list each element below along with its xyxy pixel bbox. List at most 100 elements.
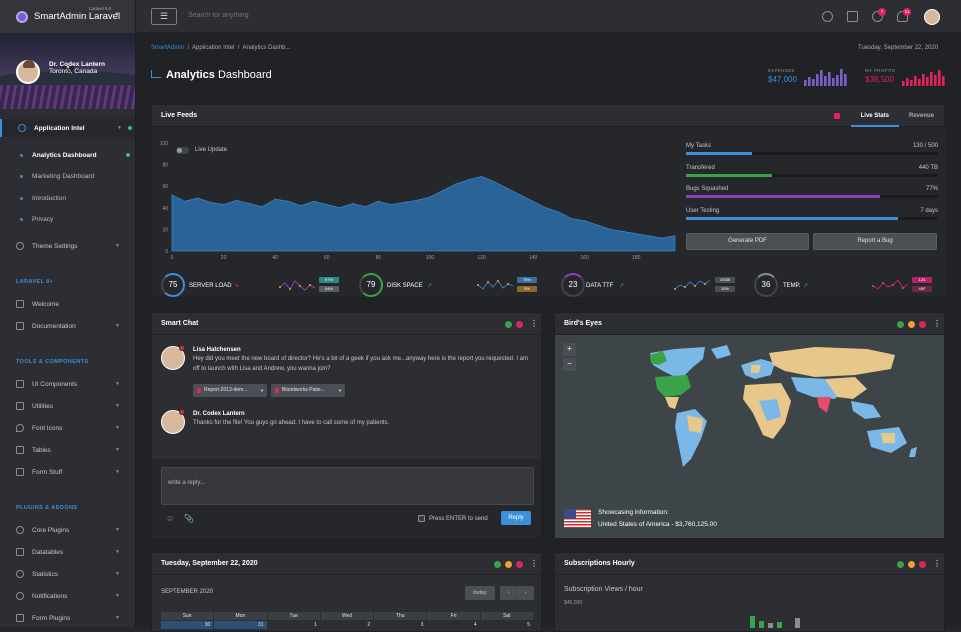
sidebar-item-font-icons[interactable]: Font Icons ▼ <box>0 419 135 437</box>
usa-flag-icon <box>564 509 591 528</box>
calendar-day[interactable]: 2 <box>321 621 375 629</box>
menu-toggle-button[interactable]: ☰ <box>151 8 177 25</box>
app-logo[interactable]: SmartAdmin Laravel Laravel 8.0 ▼ <box>0 0 135 33</box>
close-button[interactable] <box>516 321 523 328</box>
user-avatar[interactable] <box>924 9 940 25</box>
calendar-day[interactable]: 5 <box>481 621 534 629</box>
smart-chat-panel: Smart Chat ⋮ Lisa Hatchensen Hey did you… <box>151 312 542 539</box>
chevron-down-icon[interactable]: ▼ <box>114 12 120 18</box>
sidebar-item-application-intel[interactable]: Application Intel ▼ <box>0 119 135 137</box>
chart-point <box>313 200 315 202</box>
chevron-down-icon: ▼ <box>115 469 120 475</box>
more-options-icon[interactable]: ⋮ <box>530 559 538 568</box>
cube-icon[interactable] <box>847 11 858 22</box>
collapse-button[interactable] <box>494 561 501 568</box>
breadcrumb-separator: / <box>187 45 190 51</box>
progress-bar-user-testing <box>686 217 938 220</box>
file-attachment[interactable]: Bloodworks Patie... ▼ <box>271 384 345 397</box>
report-bug-button[interactable]: Report a Bug <box>813 233 937 250</box>
emoji-icon[interactable]: ☺ <box>166 514 174 523</box>
fullscreen-button[interactable] <box>908 321 915 328</box>
kpi-ring-temp: 36 <box>754 273 778 297</box>
sidebar-item-documentation[interactable]: Documentation ▼ <box>0 317 135 335</box>
chart-point <box>480 175 483 178</box>
sidebar-item-form-plugins[interactable]: Form Plugins ▼ <box>0 609 135 627</box>
sidebar-item-notifications[interactable]: Notifications ▼ <box>0 587 135 605</box>
sparkline-point <box>902 287 904 289</box>
search-input[interactable] <box>188 12 388 19</box>
breadcrumb-section[interactable]: Application Intel <box>192 45 234 51</box>
sidebar-item-label: Theme Settings <box>32 242 78 250</box>
chart-point <box>622 230 625 233</box>
next-month-button[interactable]: › <box>517 586 534 600</box>
close-button[interactable] <box>919 561 926 568</box>
reply-placeholder: write a reply... <box>168 480 205 486</box>
page-title-bold: Analytics <box>166 69 215 81</box>
paperclip-icon[interactable]: 📎 <box>184 514 194 523</box>
more-options-icon[interactable]: ⋮ <box>933 319 941 328</box>
weekday: Sat <box>481 612 534 620</box>
lock-icon[interactable] <box>834 113 840 119</box>
sidebar-item-ui-components[interactable]: UI Components ▼ <box>0 375 135 393</box>
calendar-day[interactable]: 4 <box>427 621 481 629</box>
sidebar-item-analytics-dashboard[interactable]: Analytics Dashboard <box>0 148 135 162</box>
progress-value: 440 TB <box>918 165 938 171</box>
calendar-day[interactable]: 30 <box>161 621 215 629</box>
collapse-button[interactable] <box>897 321 904 328</box>
weekday: Tue <box>268 612 321 620</box>
sparkline-point <box>694 285 696 287</box>
more-options-icon[interactable]: ⋮ <box>530 319 538 328</box>
sidebar-item-introduction[interactable]: Introduction <box>0 191 135 205</box>
bullet-icon <box>20 153 23 157</box>
breadcrumb-home[interactable]: SmartAdmin <box>151 45 184 51</box>
sidebar-item-privacy[interactable]: Privacy <box>0 212 135 226</box>
weekday: Fri <box>427 612 481 620</box>
collapse-button[interactable] <box>505 321 512 328</box>
sidebar-item-marketing-dashboard[interactable]: Marketing Dashboard <box>0 169 135 183</box>
sidebar-item-form-stuff[interactable]: Form Stuff ▼ <box>0 463 135 481</box>
x-axis-tick: 80 <box>376 255 382 261</box>
fullscreen-button[interactable] <box>505 561 512 568</box>
gear-icon <box>16 242 24 250</box>
calendar-day[interactable]: 31 <box>214 621 268 629</box>
map-region-usa <box>655 375 691 397</box>
file-attachment[interactable]: Report-2013-dem... ▼ <box>193 384 267 397</box>
calendar-day[interactable]: 1 <box>268 621 321 629</box>
sidebar-item-welcome[interactable]: Welcome <box>0 295 135 313</box>
page-title-rest: Dashboard <box>217 69 272 81</box>
enter-to-send-checkbox[interactable] <box>418 515 425 522</box>
panel-header: Subscriptions Hourly ⋮ <box>555 553 944 575</box>
close-button[interactable] <box>919 321 926 328</box>
zoom-out-button[interactable]: − <box>563 358 576 371</box>
more-options-icon[interactable]: ⋮ <box>933 559 941 568</box>
prev-month-button[interactable]: ‹ <box>500 586 517 600</box>
chart-point <box>558 211 560 213</box>
sidebar-item-core-plugins[interactable]: Core Plugins ▼ <box>0 521 135 539</box>
panel-title: Live Feeds <box>161 112 198 119</box>
tab-revenue[interactable]: Revenue <box>899 105 944 127</box>
calendar-month: SEPTEMBER 2020 <box>161 589 214 595</box>
reply-textarea[interactable]: write a reply... <box>161 467 534 505</box>
zoom-in-button[interactable]: + <box>563 343 576 356</box>
avatar[interactable] <box>16 60 40 84</box>
tab-live-stats[interactable]: Live Stats <box>850 105 899 127</box>
sidebar-item-datatables[interactable]: Datatables ▼ <box>0 543 135 561</box>
collapse-button[interactable] <box>897 561 904 568</box>
fullscreen-button[interactable] <box>908 561 915 568</box>
world-map[interactable]: + − Showcasing information: United State… <box>555 335 944 538</box>
sidebar-item-label: Form Stuff <box>32 468 63 476</box>
y-axis-tick: 60 <box>162 184 168 190</box>
sparkline-bar <box>910 80 913 86</box>
sidebar-item-statistics[interactable]: Statistics ▼ <box>0 565 135 583</box>
sidebar-item-theme-settings[interactable]: Theme Settings ▼ <box>0 237 135 255</box>
sidebar-item-tables[interactable]: Tables ▼ <box>0 441 135 459</box>
sparkline-point <box>309 284 311 286</box>
gear-icon[interactable] <box>822 11 833 22</box>
sidebar-item-utilities[interactable]: Utilities ▼ <box>0 397 135 415</box>
reply-button[interactable]: Reply <box>501 511 531 525</box>
generate-pdf-button[interactable]: Generate PDF <box>686 233 809 250</box>
welcome-icon <box>16 300 24 308</box>
close-button[interactable] <box>516 561 523 568</box>
today-button[interactable]: today <box>465 586 495 600</box>
calendar-day[interactable]: 3 <box>374 621 428 629</box>
